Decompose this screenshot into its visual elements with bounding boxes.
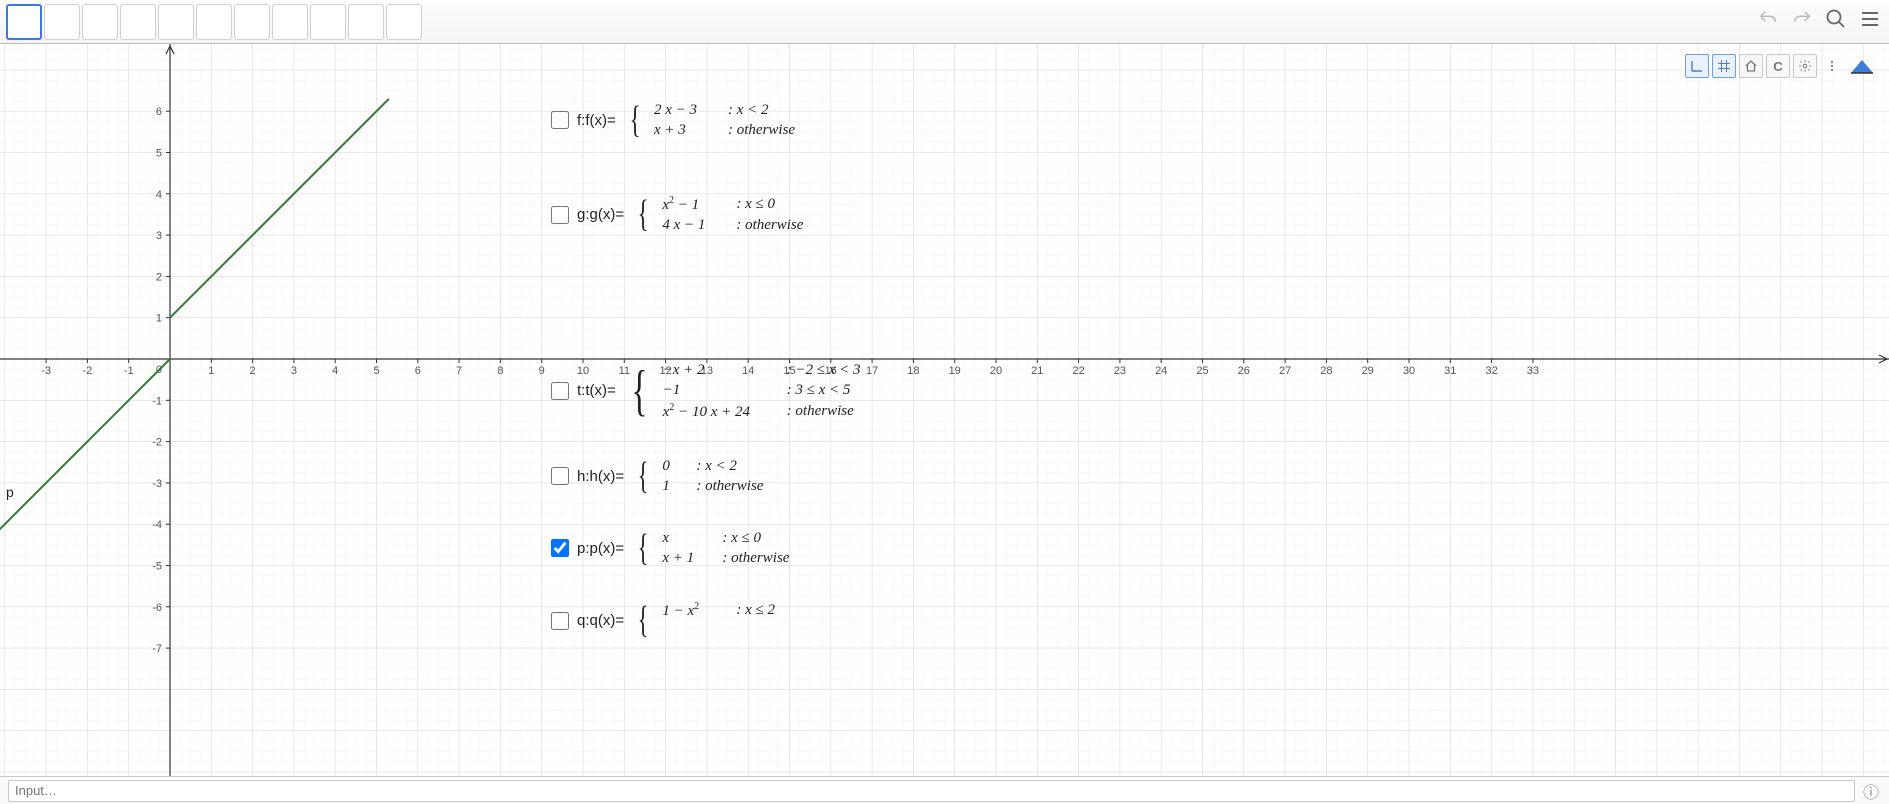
checkbox-q[interactable] [551,612,569,630]
svg-text:33: 33 [1527,365,1539,377]
svg-text:3: 3 [291,365,297,377]
checkbox-h[interactable] [551,467,569,485]
svg-text:25: 25 [1196,365,1208,377]
input-bar: ⓘ [0,776,1889,804]
svg-text:-6: -6 [152,602,162,614]
svg-text:8: 8 [497,365,503,377]
tool-slider[interactable] [348,4,384,40]
svg-text:-4: -4 [152,519,162,531]
brace-icon: { [631,377,647,405]
toggle-axes-button[interactable] [1685,54,1709,78]
tool-perp[interactable] [120,4,156,40]
svg-text:23: 23 [1114,365,1126,377]
svg-text:7: 7 [456,365,462,377]
label-g: g:g(x)= [577,206,624,223]
command-input[interactable] [8,780,1855,802]
svg-text:-5: -5 [152,561,162,573]
function-g: g:g(x)= { x2 − 1: x ≤ 0 4 x − 1: otherwi… [551,194,803,236]
svg-text:-2: -2 [152,437,162,449]
redo-icon[interactable] [1789,6,1815,32]
svg-text:28: 28 [1320,365,1332,377]
label-f: f:f(x)= [577,112,616,129]
undo-icon[interactable] [1755,6,1781,32]
tool-move[interactable] [6,4,42,40]
svg-text:6: 6 [415,365,421,377]
function-p: p:p(x)= { x: x ≤ 0 x + 1: otherwise [551,528,789,569]
snap-button[interactable]: C [1766,54,1790,78]
help-icon[interactable]: ⓘ [1861,779,1881,803]
brace-icon: { [638,467,649,486]
function-h: h:h(x)= { 0: x < 2 1: otherwise [551,456,763,497]
svg-text:26: 26 [1238,365,1250,377]
toggle-grid-button[interactable] [1712,54,1736,78]
brace-icon: { [629,111,640,130]
brace-icon: { [638,611,649,630]
svg-text:21: 21 [1031,365,1043,377]
graphics-view[interactable]: -3-2-11234567891011121314151617181920212… [0,44,1889,776]
svg-text:30: 30 [1403,365,1415,377]
label-p: p:p(x)= [577,540,624,557]
main-toolbar [0,0,1889,44]
svg-text:9: 9 [539,365,545,377]
svg-text:-2: -2 [83,365,93,377]
function-t: t:t(x)= { −x + 2: −2 ≤ x < 3 −1: 3 ≤ x <… [551,360,861,422]
svg-text:18: 18 [907,365,919,377]
more-button[interactable] [1820,54,1844,78]
tool-movegraphics[interactable] [386,4,422,40]
tool-line[interactable] [82,4,118,40]
line-label-p: p [6,484,14,500]
svg-text:3: 3 [156,230,162,242]
svg-text:29: 29 [1362,365,1374,377]
tool-point[interactable] [44,4,80,40]
svg-text:31: 31 [1444,365,1456,377]
svg-text:2: 2 [156,271,162,283]
label-h: h:h(x)= [577,468,624,485]
svg-text:17: 17 [866,365,878,377]
checkbox-t[interactable] [551,382,569,400]
svg-text:19: 19 [949,365,961,377]
function-q: q:q(x)= { 1 − x2: x ≤ 2 [551,600,775,642]
checkbox-f[interactable] [551,111,569,129]
brace-icon: { [638,205,649,224]
svg-text:4: 4 [332,365,338,377]
svg-text:22: 22 [1072,365,1084,377]
settings-button[interactable] [1793,54,1817,78]
tool-ellipse[interactable] [234,4,270,40]
svg-text:32: 32 [1485,365,1497,377]
checkbox-g[interactable] [551,206,569,224]
svg-text:24: 24 [1155,365,1167,377]
svg-text:4: 4 [156,189,162,201]
tool-angle[interactable] [272,4,308,40]
graphics-view-toolbar: C [1685,54,1877,78]
tool-circle[interactable] [196,4,232,40]
label-t: t:t(x)= [577,382,616,399]
svg-text:6: 6 [156,106,162,118]
checkbox-p[interactable] [551,539,569,557]
graph-canvas[interactable]: -3-2-11234567891011121314151617181920212… [0,44,1889,776]
brace-icon: { [638,539,649,558]
svg-text:20: 20 [990,365,1002,377]
svg-text:-7: -7 [152,643,162,655]
svg-text:27: 27 [1279,365,1291,377]
tool-transform[interactable] [310,4,346,40]
svg-text:-3: -3 [152,478,162,490]
svg-text:5: 5 [156,148,162,160]
svg-text:-3: -3 [41,365,51,377]
tool-polygon[interactable] [158,4,194,40]
svg-text:-1: -1 [124,365,134,377]
svg-text:2: 2 [250,365,256,377]
label-q: q:q(x)= [577,612,624,629]
search-icon[interactable] [1823,6,1849,32]
svg-text:5: 5 [373,365,379,377]
home-view-button[interactable] [1739,54,1763,78]
svg-text:-1: -1 [152,395,162,407]
style-bar-button[interactable] [1847,54,1877,78]
svg-text:1: 1 [208,365,214,377]
svg-text:1: 1 [156,313,162,325]
function-f: f:f(x)= { 2 x − 3: x < 2 x + 3: otherwis… [551,100,795,141]
menu-icon[interactable] [1857,6,1883,32]
